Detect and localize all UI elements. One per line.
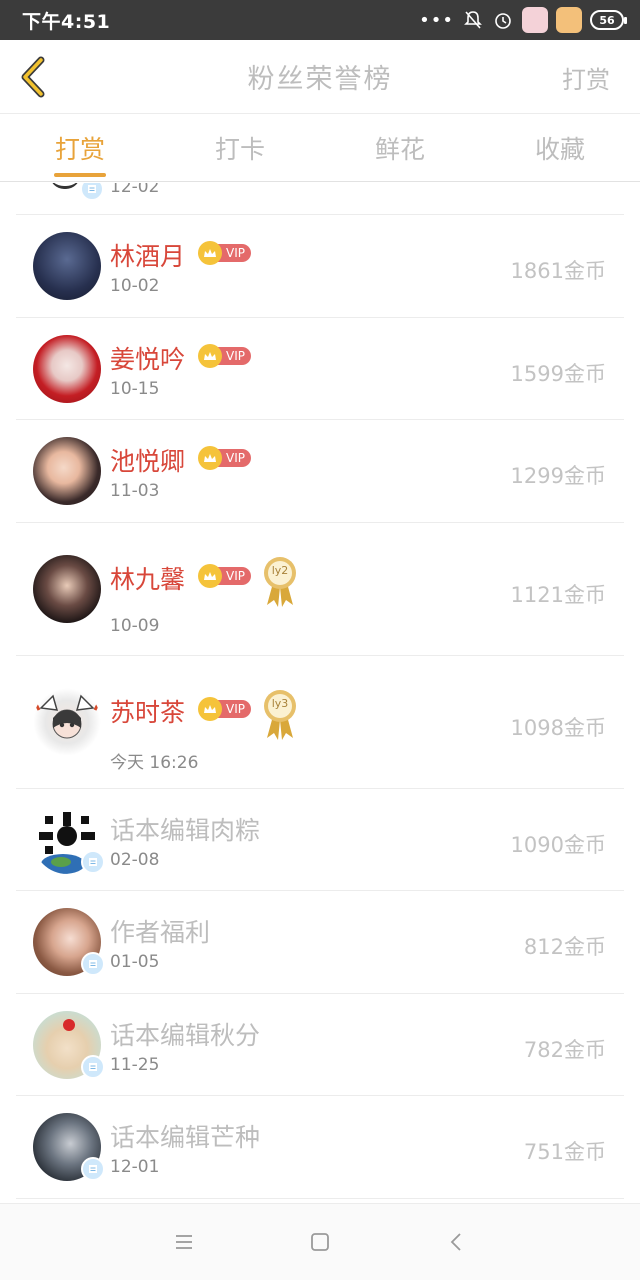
more-dots-icon: ••• <box>419 9 454 31</box>
level-label: ly2 <box>271 563 289 577</box>
crown-icon <box>198 241 222 265</box>
crown-icon <box>198 696 222 721</box>
coin-amount: 1121金币 <box>510 582 606 607</box>
list-item[interactable]: 话本编辑秋分 11-25 782金币 <box>16 994 624 1096</box>
page-header: 粉丝荣誉榜 打赏 <box>0 40 640 114</box>
coin-amount: 751金币 <box>523 1140 606 1164</box>
coin-amount: 782金币 <box>523 1037 606 1062</box>
user-name: 池悦卿 <box>110 447 186 476</box>
avatar <box>50 183 80 189</box>
status-bar: 下午4:51 ••• 56 <box>0 0 640 40</box>
tab-checkin[interactable]: 打卡 <box>160 114 320 181</box>
list-item[interactable]: 12-02 <box>16 183 624 215</box>
crown-icon <box>198 446 222 470</box>
user-name: 苏时茶 <box>110 697 186 727</box>
avatar <box>33 687 101 756</box>
home-button[interactable] <box>302 1224 338 1260</box>
list-item[interactable]: 话本编辑肉粽 02-08 1090金币 <box>16 789 624 891</box>
item-date: 12-02 <box>110 183 160 197</box>
list-item[interactable]: 林酒月 VIP 10-02 1861金币 <box>16 215 624 318</box>
user-name: 作者福利 <box>110 918 211 947</box>
coin-amount: 1861金币 <box>510 259 606 283</box>
vip-badge: VIP <box>198 241 251 265</box>
avatar <box>33 334 101 403</box>
list-item[interactable]: 林九馨 VIP ly2 10-09 1121金币 <box>16 523 624 656</box>
crown-icon <box>198 343 222 368</box>
avatar <box>33 232 101 300</box>
list-item[interactable]: 话本编辑芒种 12-01 751金币 <box>16 1096 624 1199</box>
menu-button[interactable] <box>166 1224 202 1260</box>
status-time: 下午4:51 <box>22 10 111 33</box>
user-name: 林酒月 <box>110 242 186 271</box>
bell-muted-icon <box>462 9 484 31</box>
item-date: 02-08 <box>110 849 160 870</box>
app-notification-icon <box>556 7 582 33</box>
menu-icon <box>176 1235 192 1249</box>
user-name: 话本编辑肉粽 <box>110 815 261 845</box>
coin-amount: 1098金币 <box>510 715 606 740</box>
user-name: 话本编辑芒种 <box>110 1123 261 1152</box>
crown-icon <box>198 563 222 588</box>
coin-amount: 1299金币 <box>510 464 606 488</box>
vip-badge: VIP <box>198 563 251 588</box>
status-icons: ••• 56 <box>419 7 627 33</box>
tab-bar: 打赏 打卡 鲜花 收藏 <box>0 114 640 182</box>
vip-badge: VIP <box>198 446 251 470</box>
reward-button[interactable]: 打赏 <box>562 60 610 95</box>
editor-badge-icon <box>81 952 105 976</box>
system-back-button[interactable] <box>438 1224 474 1260</box>
user-name: 林九馨 <box>110 564 186 594</box>
list-item[interactable]: 池悦卿 VIP 11-03 1299金币 <box>16 420 624 523</box>
list-item[interactable]: 姜悦吟 VIP 10-15 1599金币 <box>16 318 624 420</box>
home-square-icon <box>311 1233 329 1251</box>
editor-badge-icon <box>81 1054 105 1079</box>
vip-badge: VIP <box>198 343 251 368</box>
avatar <box>33 437 101 505</box>
user-name: 话本编辑秋分 <box>110 1020 261 1050</box>
avatar <box>33 554 101 623</box>
chevron-left-icon <box>21 56 45 98</box>
item-date: 10-02 <box>110 276 160 296</box>
item-date: 11-25 <box>110 1054 160 1075</box>
coin-amount: 1090金币 <box>510 832 606 857</box>
back-button[interactable] <box>12 54 52 100</box>
system-nav-bar <box>0 1203 640 1280</box>
item-date: 10-15 <box>110 378 160 399</box>
level-medal: ly3 <box>260 688 300 742</box>
alarm-icon <box>492 9 514 31</box>
editor-badge-icon <box>81 849 105 874</box>
fan-list[interactable]: 12-02 林酒月 VIP 10-02 1861金币 姜悦吟 VIP 10-15… <box>16 183 624 1203</box>
editor-badge-icon <box>81 1157 105 1181</box>
vip-badge: VIP <box>198 696 251 721</box>
editor-badge-icon <box>80 183 104 201</box>
list-item[interactable]: 苏时茶 VIP ly3 今天 16:26 1098金币 <box>16 656 624 789</box>
user-name: 姜悦吟 <box>110 344 186 374</box>
page-title: 粉丝荣誉榜 <box>247 64 393 95</box>
battery-icon: 56 <box>590 10 627 30</box>
level-label: ly3 <box>271 696 289 710</box>
coin-amount: 812金币 <box>523 935 606 959</box>
coin-amount: 1599金币 <box>510 361 606 386</box>
chevron-left-icon <box>450 1233 461 1251</box>
list-item[interactable]: 作者福利 01-05 812金币 <box>16 891 624 994</box>
app-notification-icon <box>522 7 548 33</box>
level-medal: ly2 <box>260 555 300 609</box>
item-date: 01-05 <box>110 952 160 972</box>
item-date: 12-01 <box>110 1157 160 1177</box>
tab-flowers[interactable]: 鲜花 <box>320 114 480 181</box>
tab-reward[interactable]: 打赏 <box>0 114 160 181</box>
tab-favorites[interactable]: 收藏 <box>480 114 640 181</box>
item-date: 10-09 <box>110 615 160 636</box>
item-date: 11-03 <box>110 481 160 501</box>
item-date: 今天 16:26 <box>110 752 199 773</box>
